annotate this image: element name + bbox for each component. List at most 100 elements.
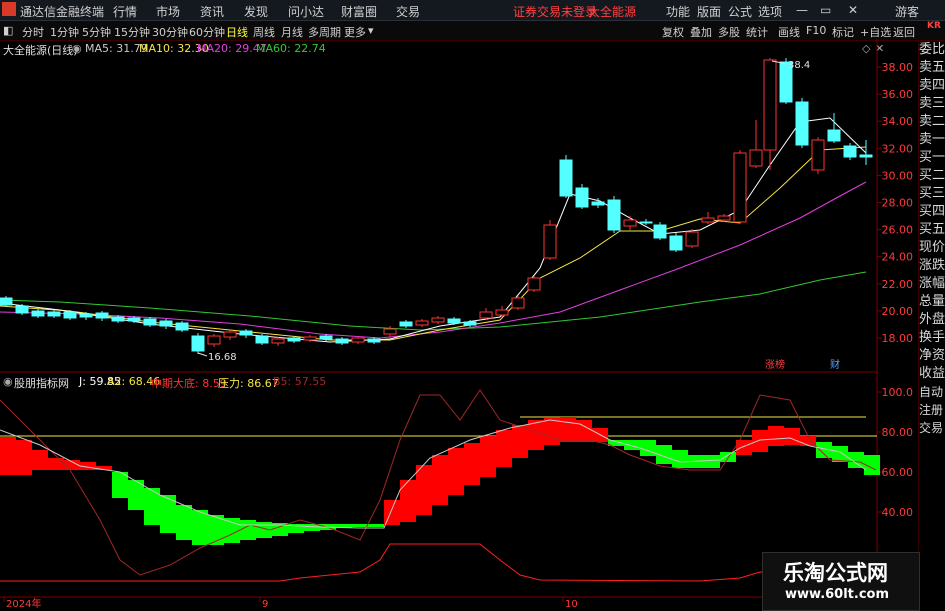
menu-banmian[interactable]: 版面 bbox=[697, 3, 721, 20]
period-more[interactable]: 更多 bbox=[344, 24, 366, 40]
indicator-band bbox=[672, 450, 688, 468]
menu-wenxiaoda[interactable]: 问小达 bbox=[288, 3, 324, 20]
side-item[interactable]: 涨幅 bbox=[919, 275, 945, 293]
period-multi[interactable]: 多周期 bbox=[308, 24, 341, 40]
side-item[interactable]: 买二 bbox=[919, 167, 945, 185]
side-item[interactable]: 买一 bbox=[919, 149, 945, 167]
side-item[interactable]: 换手 bbox=[919, 329, 945, 347]
btn-fuquan[interactable]: 复权 bbox=[662, 24, 684, 40]
side-item[interactable]: 卖五 bbox=[919, 59, 945, 77]
period-30min[interactable]: 30分钟 bbox=[152, 24, 188, 40]
side-item[interactable]: 卖三 bbox=[919, 95, 945, 113]
candle-body bbox=[527, 277, 541, 291]
side-item[interactable]: 外盘 bbox=[919, 311, 945, 329]
menu-shichang[interactable]: 市场 bbox=[156, 3, 180, 20]
btn-f10[interactable]: F10 bbox=[806, 24, 826, 37]
ma5-line bbox=[0, 117, 867, 343]
btn-duogu[interactable]: 多股 bbox=[718, 24, 740, 40]
period-1min[interactable]: 1分钟 bbox=[50, 24, 79, 40]
btn-tongji[interactable]: 统计 bbox=[746, 24, 768, 40]
btn-fanhui[interactable]: 返回 bbox=[893, 24, 915, 40]
btn-diejia[interactable]: 叠加 bbox=[690, 24, 712, 40]
menu-gongshi[interactable]: 公式 bbox=[728, 3, 752, 20]
y-tick-label: 22.00 bbox=[882, 278, 914, 291]
user-label[interactable]: 游客 bbox=[895, 3, 919, 20]
more-chevron-icon[interactable]: ▾ bbox=[368, 24, 374, 37]
menu-caifuquan[interactable]: 财富圈 bbox=[341, 3, 377, 20]
y-tick-label: 20.00 bbox=[882, 305, 914, 318]
side-item[interactable]: 卖二 bbox=[919, 113, 945, 131]
sub-settings-icon[interactable]: ◉ bbox=[3, 375, 13, 388]
side-item[interactable]: 买三 bbox=[919, 185, 945, 203]
tag-caibao: 财 bbox=[830, 358, 840, 371]
side-item[interactable]: 净资 bbox=[919, 347, 945, 365]
x-axis-label: 9 bbox=[262, 599, 268, 609]
menu-hangqing[interactable]: 行情 bbox=[113, 3, 137, 20]
indicator-band bbox=[448, 448, 464, 495]
candle-body bbox=[717, 215, 731, 221]
menu-xuanxiang[interactable]: 选项 bbox=[758, 3, 782, 20]
menu-zixun[interactable]: 资讯 bbox=[200, 3, 224, 20]
title-bar: 通达信金融终端 行情 市场 资讯 发现 问小达 财富圈 交易 证券交易未登录 大… bbox=[0, 0, 945, 21]
sub-y-tick-label: 60.00 bbox=[882, 466, 914, 479]
candle-body bbox=[795, 101, 809, 146]
side-item[interactable]: 收益 bbox=[919, 365, 945, 383]
side-item[interactable]: 卖四 bbox=[919, 77, 945, 95]
period-monthly[interactable]: 月线 bbox=[281, 24, 303, 40]
sub-pressure-label: 压力: 86.67 bbox=[218, 377, 279, 390]
candle-body bbox=[431, 317, 445, 323]
indicator-band bbox=[192, 510, 208, 545]
menu-faxian[interactable]: 发现 bbox=[244, 3, 268, 20]
side-item[interactable]: 自动 bbox=[919, 383, 945, 401]
indicator-band bbox=[784, 428, 800, 445]
restore-icon[interactable]: ▭ bbox=[820, 3, 831, 17]
low-price-label: 16.68 bbox=[208, 352, 237, 363]
indicator-band bbox=[720, 452, 736, 462]
period-5min[interactable]: 5分钟 bbox=[82, 24, 111, 40]
side-item[interactable]: 涨跌 bbox=[919, 257, 945, 275]
side-item[interactable]: 交易 bbox=[919, 419, 945, 437]
candle-body bbox=[63, 311, 77, 319]
indicator-band bbox=[16, 440, 32, 475]
candle-body bbox=[811, 139, 825, 171]
candle-body bbox=[463, 321, 477, 326]
indicator-band bbox=[800, 436, 816, 446]
btn-biaoji[interactable]: 标记 bbox=[832, 24, 854, 40]
side-item[interactable]: 现价 bbox=[919, 239, 945, 257]
kline-chart[interactable]: 38.00 36.00 34.00 32.00 30.00 28.00 26.00 24.00… bbox=[0, 39, 918, 609]
side-item[interactable]: 总量 bbox=[919, 293, 945, 311]
candle-body bbox=[159, 320, 173, 327]
candle-body bbox=[255, 335, 269, 344]
side-item[interactable]: 买五 bbox=[919, 221, 945, 239]
minimize-icon[interactable]: — bbox=[796, 3, 808, 17]
candle-body bbox=[319, 335, 333, 340]
side-item[interactable]: 买四 bbox=[919, 203, 945, 221]
side-item[interactable]: 注册 bbox=[919, 401, 945, 419]
period-weekly[interactable]: 周线 bbox=[253, 24, 275, 40]
menu-jiaoyi[interactable]: 交易 bbox=[396, 3, 420, 20]
period-60min[interactable]: 60分钟 bbox=[189, 24, 225, 40]
menu-gongneng[interactable]: 功能 bbox=[666, 3, 690, 20]
period-15min[interactable]: 15分钟 bbox=[114, 24, 150, 40]
candle-body bbox=[287, 337, 301, 342]
btn-zixuan[interactable]: +自选 bbox=[860, 24, 891, 40]
indicator-band bbox=[560, 417, 576, 442]
candle-body bbox=[143, 318, 157, 326]
login-notice[interactable]: 证券交易未登录 bbox=[513, 3, 597, 20]
btn-huaxian[interactable]: 画线 bbox=[778, 24, 800, 40]
y-tick-label: 26.00 bbox=[882, 224, 914, 237]
side-item[interactable]: 卖一 bbox=[919, 131, 945, 149]
sub-y-tick-label: 100.0 bbox=[882, 386, 914, 399]
period-daily[interactable]: 日线 bbox=[226, 24, 248, 40]
side-item[interactable]: 委比 bbox=[919, 41, 945, 59]
watermark-logo: 乐淘公式网 www.60lt.com bbox=[762, 552, 920, 611]
indicator-band bbox=[848, 452, 864, 468]
indicator-band bbox=[368, 524, 384, 527]
toolbar-left-icon[interactable]: ◧ bbox=[3, 24, 13, 37]
candle-body bbox=[223, 331, 237, 338]
period-fenshi[interactable]: 分时 bbox=[22, 24, 44, 40]
close-icon[interactable]: ✕ bbox=[848, 3, 858, 17]
indicator-band bbox=[48, 458, 64, 470]
y-tick-label: 38.00 bbox=[882, 61, 914, 74]
candle-body bbox=[575, 187, 589, 208]
